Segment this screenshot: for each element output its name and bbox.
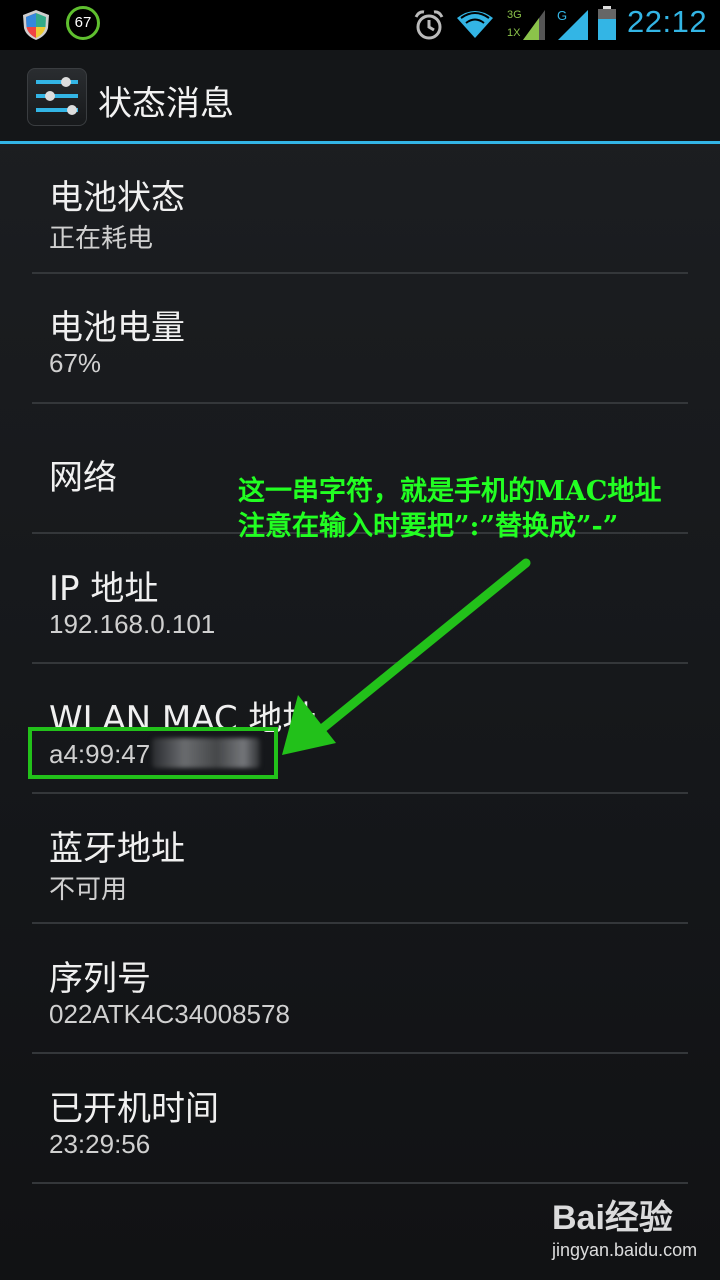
divider [32,272,688,274]
battery-icon [598,6,616,40]
svg-text:G: G [557,8,567,23]
annotation-line-1: 这一串字符，就是手机的MAC地址 [238,476,662,507]
item-title: 序列号 [49,959,151,999]
item-value: 67% [49,348,102,378]
signal-icon: G [557,8,588,40]
annotation-line-2: 注意在输入时要把”:”替换成”-” [238,511,619,542]
item-value: 192.168.0.101 [49,609,216,639]
item-value: 不可用 [49,874,128,904]
svg-text:1X: 1X [507,27,521,39]
status-bar: 67 3G 1X G 22:12 [0,0,720,50]
baidu-logo: Bai经验 [552,1199,673,1237]
battery-circle-icon: 67 [66,6,100,40]
svg-text:3G: 3G [507,9,522,21]
watermark: Bai经验 jingyan.baidu.com [552,1190,712,1270]
divider [32,1182,688,1184]
divider [32,922,688,924]
settings-sliders-icon[interactable] [27,68,87,126]
signal-icon: 3G 1X [507,9,545,40]
alarm-icon [414,10,444,40]
list-item-bluetooth-address[interactable]: 蓝牙地址 不可用 [32,817,688,927]
item-value: 022ATK4C34008578 [49,999,290,1029]
item-title: 电池电量 [49,308,185,348]
divider [32,792,688,794]
arrow-icon [282,558,531,755]
item-title: 已开机时间 [49,1089,219,1129]
list-item-battery-status[interactable]: 电池状态 正在耗电 [32,166,688,276]
list-item-serial-number[interactable]: 序列号 022ATK4C34008578 [32,947,688,1057]
list-item-uptime[interactable]: 已开机时间 23:29:56 [32,1077,688,1187]
item-title: 蓝牙地址 [49,829,185,869]
highlight-box [28,727,278,779]
divider [32,1052,688,1054]
item-value: 正在耗电 [49,223,154,253]
list-item-battery-level[interactable]: 电池电量 67% [32,296,688,406]
divider [32,402,688,404]
item-title: 电池状态 [49,178,185,218]
header-divider [0,141,720,144]
shield-icon [23,10,49,40]
clock: 22:12 [627,4,708,39]
item-title: IP 地址 [49,569,159,609]
wifi-icon [457,11,493,38]
page-title: 状态消息 [98,84,234,124]
item-value: 23:29:56 [49,1129,151,1159]
item-title: 网络 [49,458,117,498]
annotation-text: 这一串字符，就是手机的MAC地址 注意在输入时要把”:”替换成”-” [238,474,661,544]
watermark-url: jingyan.baidu.com [552,1240,698,1260]
